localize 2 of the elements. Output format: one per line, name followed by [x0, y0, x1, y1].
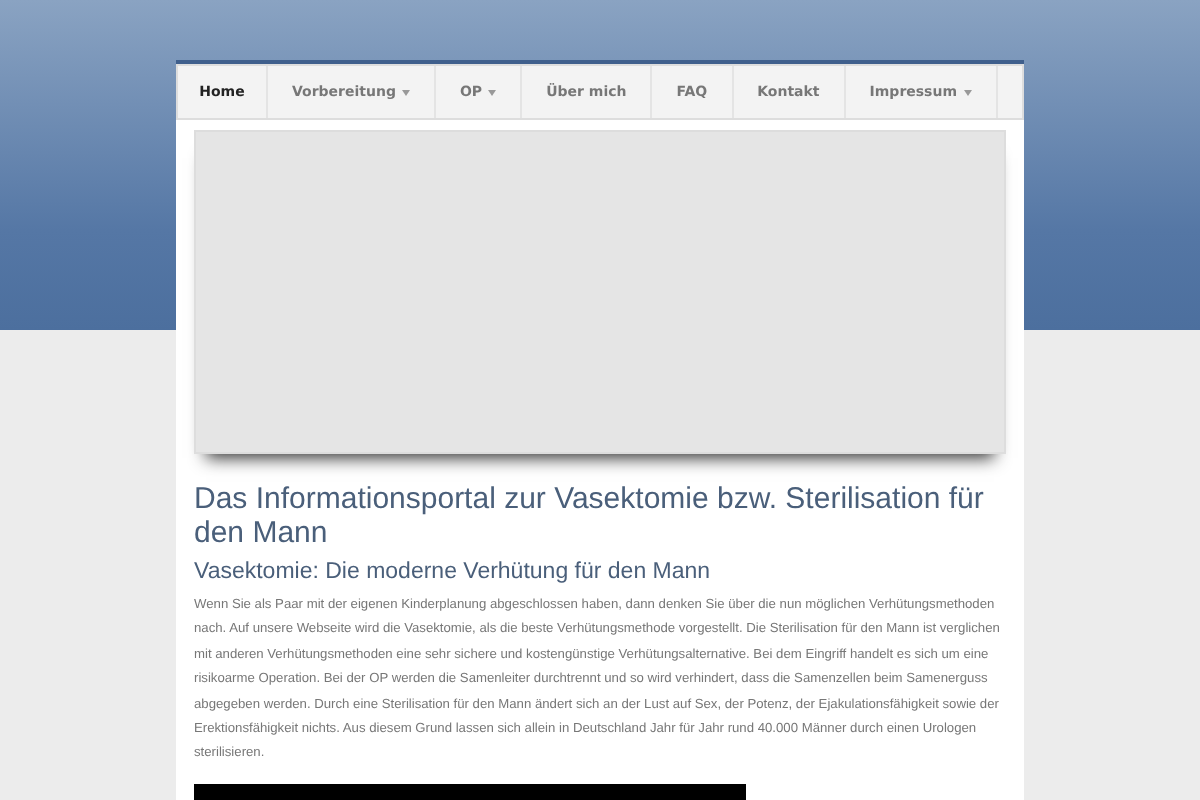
- page-subtitle: Vasektomie: Die moderne Verhütung für den Mann: [194, 560, 713, 584]
- page-title: Das Informationsportal zur Vasektomie bzw. Sterilisation für den Mann: [194, 482, 986, 550]
